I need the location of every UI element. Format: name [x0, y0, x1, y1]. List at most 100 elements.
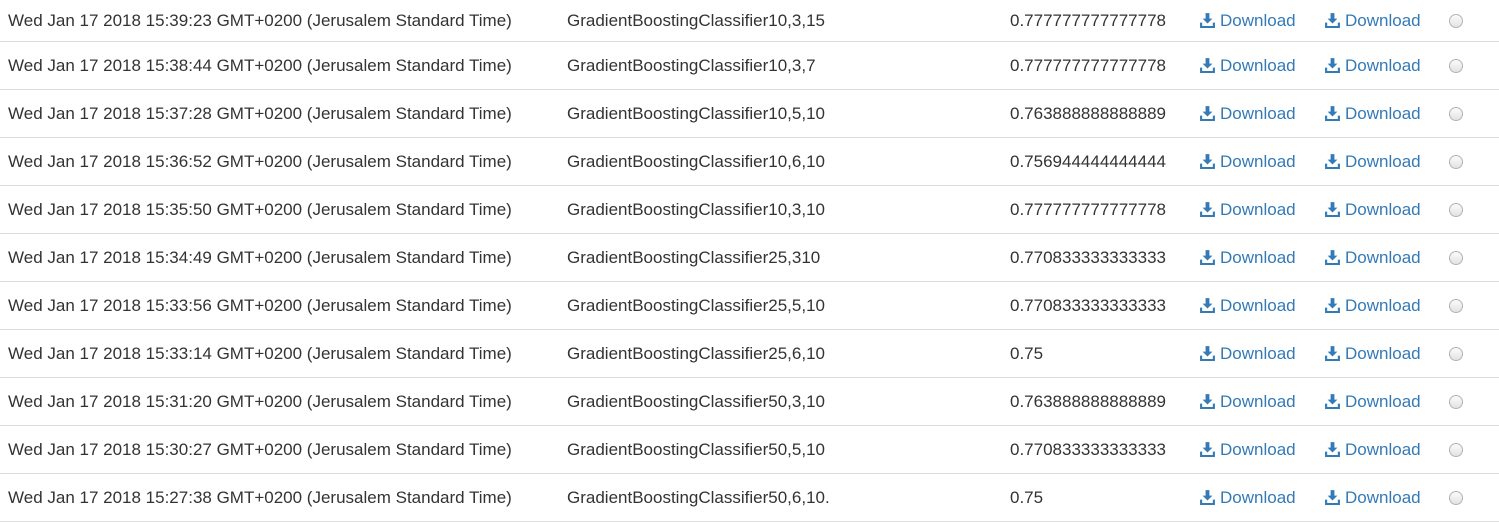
download-label: Download	[1345, 439, 1421, 459]
row-select-radio[interactable]	[1449, 58, 1463, 73]
score-cell: 0.777777777777778	[1010, 10, 1166, 30]
download-label: Download	[1345, 55, 1421, 75]
select-cell	[1449, 378, 1463, 425]
download-link-2[interactable]: Download	[1324, 104, 1421, 124]
model-cell: GradientBoostingClassifier25,5,10	[567, 295, 825, 315]
download-link-2[interactable]: Download	[1324, 440, 1421, 460]
table-row: Wed Jan 17 2018 15:35:50 GMT+0200 (Jerus…	[0, 186, 1499, 234]
model-cell: GradientBoostingClassifier10,6,10	[567, 151, 825, 171]
date-cell: Wed Jan 17 2018 15:30:27 GMT+0200 (Jerus…	[8, 439, 512, 459]
download-link-2[interactable]: Download	[1324, 344, 1421, 364]
download-cell-2: Download	[1324, 330, 1421, 377]
download-link-1[interactable]: Download	[1199, 11, 1296, 31]
table-row: Wed Jan 17 2018 15:34:49 GMT+0200 (Jerus…	[0, 234, 1499, 282]
download-cell-1: Download	[1199, 330, 1296, 377]
download-icon	[1324, 297, 1341, 314]
download-label: Download	[1220, 55, 1296, 75]
download-link-2[interactable]: Download	[1324, 248, 1421, 268]
download-icon	[1199, 441, 1216, 458]
table-row: Wed Jan 17 2018 15:38:44 GMT+0200 (Jerus…	[0, 42, 1499, 90]
download-label: Download	[1345, 103, 1421, 123]
download-icon	[1199, 345, 1216, 362]
download-label: Download	[1220, 199, 1296, 219]
download-link-2[interactable]: Download	[1324, 56, 1421, 76]
download-link-1[interactable]: Download	[1199, 56, 1296, 76]
model-cell: GradientBoostingClassifier10,3,10	[567, 199, 825, 219]
download-link-2[interactable]: Download	[1324, 392, 1421, 412]
download-icon	[1199, 489, 1216, 506]
row-select-radio[interactable]	[1449, 13, 1463, 28]
model-cell: GradientBoostingClassifier10,5,10	[567, 103, 825, 123]
select-cell	[1449, 282, 1463, 329]
download-icon	[1324, 153, 1341, 170]
download-link-1[interactable]: Download	[1199, 296, 1296, 316]
download-icon	[1324, 249, 1341, 266]
download-link-2[interactable]: Download	[1324, 11, 1421, 31]
download-link-1[interactable]: Download	[1199, 488, 1296, 508]
date-cell: Wed Jan 17 2018 15:27:38 GMT+0200 (Jerus…	[8, 487, 512, 507]
date-cell: Wed Jan 17 2018 15:35:50 GMT+0200 (Jerus…	[8, 199, 512, 219]
download-cell-2: Download	[1324, 378, 1421, 425]
model-cell: GradientBoostingClassifier50,3,10	[567, 391, 825, 411]
download-link-1[interactable]: Download	[1199, 344, 1296, 364]
download-cell-1: Download	[1199, 234, 1296, 281]
select-cell	[1449, 474, 1463, 521]
download-label: Download	[1220, 487, 1296, 507]
score-cell: 0.770833333333333	[1010, 295, 1166, 315]
download-link-1[interactable]: Download	[1199, 392, 1296, 412]
download-icon	[1199, 57, 1216, 74]
model-cell: GradientBoostingClassifier10,3,15	[567, 10, 825, 30]
table-row: Wed Jan 17 2018 15:27:38 GMT+0200 (Jerus…	[0, 474, 1499, 522]
download-label: Download	[1345, 199, 1421, 219]
download-link-1[interactable]: Download	[1199, 200, 1296, 220]
table-row: Wed Jan 17 2018 15:30:27 GMT+0200 (Jerus…	[0, 426, 1499, 474]
download-icon	[1324, 201, 1341, 218]
download-label: Download	[1345, 487, 1421, 507]
download-link-2[interactable]: Download	[1324, 488, 1421, 508]
download-link-1[interactable]: Download	[1199, 440, 1296, 460]
download-icon	[1324, 345, 1341, 362]
row-select-radio[interactable]	[1449, 154, 1463, 169]
download-icon	[1199, 105, 1216, 122]
download-link-2[interactable]: Download	[1324, 200, 1421, 220]
score-cell: 0.777777777777778	[1010, 199, 1166, 219]
download-cell-1: Download	[1199, 426, 1296, 473]
date-cell: Wed Jan 17 2018 15:36:52 GMT+0200 (Jerus…	[8, 151, 512, 171]
download-cell-1: Download	[1199, 90, 1296, 137]
row-select-radio[interactable]	[1449, 346, 1463, 361]
download-label: Download	[1345, 391, 1421, 411]
download-cell-1: Download	[1199, 0, 1296, 41]
download-label: Download	[1220, 247, 1296, 267]
score-cell: 0.770833333333333	[1010, 247, 1166, 267]
select-cell	[1449, 234, 1463, 281]
download-label: Download	[1345, 247, 1421, 267]
row-select-radio[interactable]	[1449, 202, 1463, 217]
row-select-radio[interactable]	[1449, 490, 1463, 505]
select-cell	[1449, 330, 1463, 377]
table-row: Wed Jan 17 2018 15:33:56 GMT+0200 (Jerus…	[0, 282, 1499, 330]
model-cell: GradientBoostingClassifier25,310	[567, 247, 821, 267]
download-icon	[1199, 297, 1216, 314]
download-icon	[1199, 249, 1216, 266]
download-cell-1: Download	[1199, 186, 1296, 233]
score-cell: 0.777777777777778	[1010, 55, 1166, 75]
download-label: Download	[1220, 391, 1296, 411]
download-link-2[interactable]: Download	[1324, 296, 1421, 316]
download-cell-2: Download	[1324, 234, 1421, 281]
row-select-radio[interactable]	[1449, 298, 1463, 313]
download-link-1[interactable]: Download	[1199, 248, 1296, 268]
download-link-1[interactable]: Download	[1199, 104, 1296, 124]
model-cell: GradientBoostingClassifier10,3,7	[567, 55, 816, 75]
row-select-radio[interactable]	[1449, 394, 1463, 409]
download-cell-2: Download	[1324, 282, 1421, 329]
row-select-radio[interactable]	[1449, 106, 1463, 121]
date-cell: Wed Jan 17 2018 15:38:44 GMT+0200 (Jerus…	[8, 55, 512, 75]
date-cell: Wed Jan 17 2018 15:33:14 GMT+0200 (Jerus…	[8, 343, 512, 363]
row-select-radio[interactable]	[1449, 250, 1463, 265]
download-link-2[interactable]: Download	[1324, 152, 1421, 172]
model-cell: GradientBoostingClassifier50,5,10	[567, 439, 825, 459]
download-label: Download	[1220, 343, 1296, 363]
select-cell	[1449, 186, 1463, 233]
download-link-1[interactable]: Download	[1199, 152, 1296, 172]
row-select-radio[interactable]	[1449, 442, 1463, 457]
